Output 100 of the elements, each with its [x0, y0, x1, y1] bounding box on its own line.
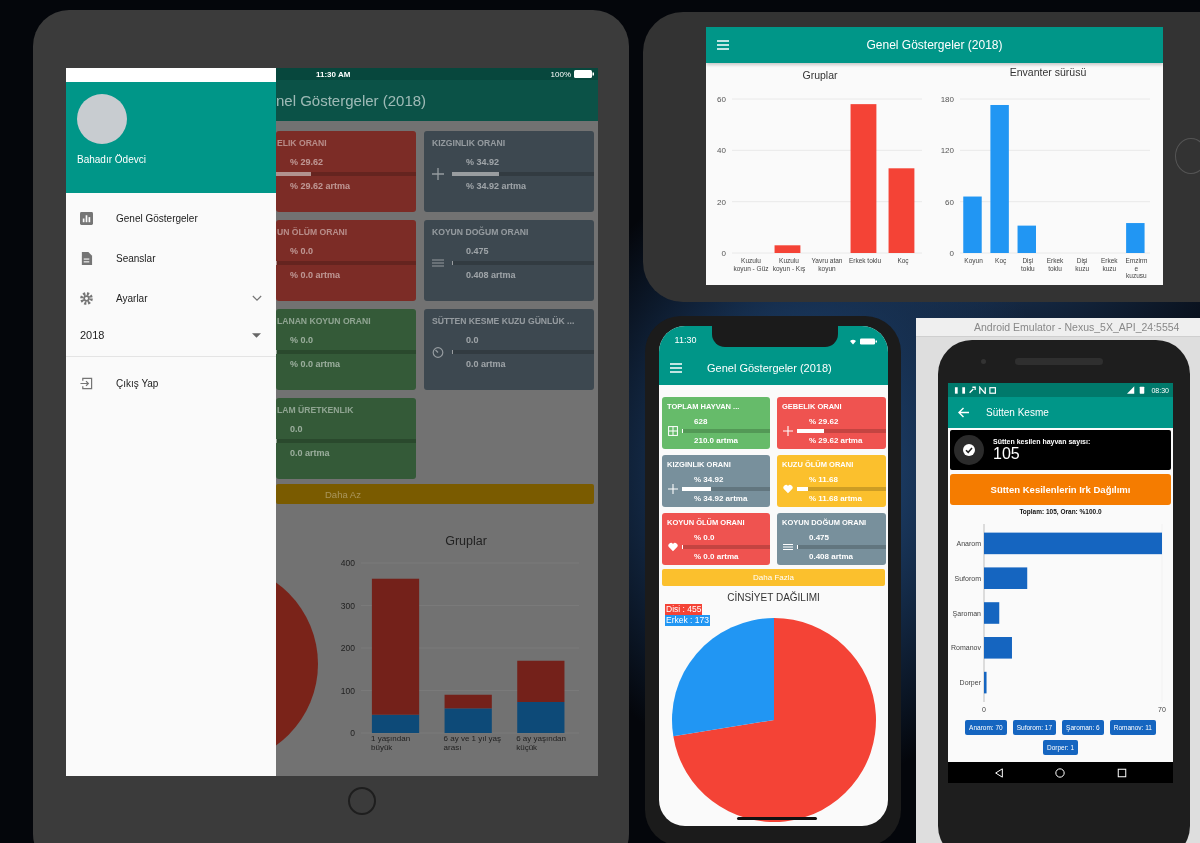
document-icon: [80, 251, 93, 265]
axis-label: 40: [717, 146, 726, 156]
bar: [984, 671, 987, 694]
card-value: % 11.68: [808, 475, 839, 484]
bar: [984, 602, 1000, 624]
axis-label: 0: [949, 249, 954, 257]
wifi-battery-icons-drawing: [850, 337, 878, 345]
battery-icon: [574, 70, 594, 78]
bar: [984, 637, 1012, 659]
menu-icon[interactable]: [717, 40, 729, 50]
chevron-icon: [252, 294, 262, 302]
card-title: KIZGINLIK ORANI: [431, 138, 507, 148]
card-value: % 0.0: [289, 335, 314, 345]
app-title: Genel Göstergeler (2018): [865, 38, 1004, 52]
card-change: 210.0 artma: [693, 435, 740, 445]
card-change: % 29.62 artma: [289, 181, 352, 191]
legend-label: Disi : 455: [666, 604, 702, 615]
back-icon[interactable]: [993, 767, 1004, 778]
chart-title: Gruplar: [445, 534, 487, 548]
year-dropdown[interactable]: 2018: [66, 318, 276, 352]
axis-label: 300: [340, 600, 355, 611]
drawer-item[interactable]: Seanslar: [66, 238, 276, 278]
bar: [517, 702, 565, 733]
card-value: 0.0: [465, 335, 480, 345]
card-title: KOYUN DOĞUM ORANI: [431, 227, 530, 237]
settings-item[interactable]: Ayarlar: [66, 278, 276, 318]
check-circle-icon: [954, 435, 984, 465]
status-time: 11:30 AM: [316, 69, 352, 79]
card-value: % 29.62: [289, 157, 325, 167]
heart-icon: [668, 541, 678, 552]
axis-label: 400: [340, 558, 355, 568]
home-icon[interactable]: [1055, 767, 1066, 778]
chart-title: Gruplar: [802, 69, 838, 83]
card-value: % 34.92: [693, 475, 725, 484]
recents-icon[interactable]: [1117, 767, 1128, 778]
chart-icon: [80, 211, 93, 225]
user-name: Bahadır Ödevci: [77, 154, 147, 165]
card-title: LANAN KOYUN ORANI: [276, 316, 372, 326]
card-title: SÜTTEN KESME KUZU GÜNLÜK ...: [431, 316, 576, 326]
logout-item[interactable]: Çıkış Yap: [66, 363, 276, 403]
card-title: ELIK ORANI: [276, 138, 328, 148]
axis-label: 60: [945, 197, 954, 207]
card-value: % 34.92: [465, 157, 501, 167]
bar: [963, 196, 982, 253]
window-title: Android Emulator - Nexus_5X_API_24:5554: [974, 321, 1180, 333]
axis-label: 120: [940, 146, 954, 156]
axis-label: 100: [340, 685, 355, 696]
card-change: % 34.92 artma: [693, 493, 749, 503]
category-label: 6 ay yaşından küçük: [515, 734, 567, 752]
axis-label: 0: [721, 249, 726, 257]
bar: [984, 567, 1028, 589]
bar: [1126, 223, 1145, 253]
axis-label: 20: [717, 197, 726, 207]
card-value: % 0.0: [289, 246, 314, 256]
card-change: % 11.68 artma: [808, 493, 863, 503]
heart-icon: [783, 483, 793, 494]
app-title: Genel Göstergeler (2018): [707, 361, 832, 374]
card-title: LAM ÜRETKENLIK: [276, 405, 355, 415]
exit-icon: [80, 376, 93, 390]
card-value: 628: [693, 417, 709, 426]
bar: [517, 660, 565, 702]
menu-icon[interactable]: [670, 362, 682, 373]
plus-icon: [783, 425, 793, 436]
axis-label: 0: [350, 728, 355, 736]
avatar-placeholder: [77, 94, 127, 144]
category-label: 1 yaşından büyük: [370, 734, 412, 752]
menu-icon: [432, 257, 444, 269]
card-change: 0.408 artma: [808, 551, 855, 561]
plus-icon: [668, 483, 678, 494]
chart-title: CİNSİYET DAĞILIMI: [727, 592, 820, 603]
dropdown-arrow-icon: [252, 332, 261, 338]
card-title: UN ÖLÜM ORANI: [276, 227, 349, 237]
axis-label: 200: [340, 643, 355, 653]
axis-label: 60: [717, 95, 726, 104]
bar: [774, 245, 801, 253]
legend-label: Erkek : 173: [666, 615, 709, 626]
back-arrow-icon[interactable]: [958, 407, 969, 418]
card-change: 0.408 artma: [465, 270, 517, 280]
plus-icon: [432, 168, 444, 180]
menu-icon: [783, 541, 793, 552]
battery-percent: 100%: [550, 69, 571, 79]
grid-icon: [668, 425, 678, 436]
axis-label: 180: [940, 95, 954, 104]
card-value: 0.475: [808, 533, 831, 542]
drawer-item[interactable]: Genel Göstergeler: [66, 198, 276, 238]
category-label: 6 ay ve 1 yıl yaş arası: [442, 734, 502, 752]
card-change: % 0.0 artma: [289, 359, 342, 369]
summary-value: 105: [993, 445, 1021, 462]
card-change: % 0.0 artma: [693, 551, 740, 561]
card-change: 0.0 artma: [465, 359, 507, 369]
chart-title: Envanter sürüsü: [1009, 66, 1087, 80]
bar: [1017, 225, 1036, 253]
card-change: % 29.62 artma: [808, 435, 864, 445]
app-title: nel Göstergeler (2018): [276, 92, 427, 109]
gear-icon: [80, 291, 93, 305]
timer-icon: [432, 346, 444, 358]
card-change: % 34.92 artma: [465, 181, 528, 191]
card-value: 0.475: [465, 246, 490, 256]
card-value: % 0.0: [693, 533, 716, 542]
app-title: Sütten Kesme: [986, 407, 1049, 418]
